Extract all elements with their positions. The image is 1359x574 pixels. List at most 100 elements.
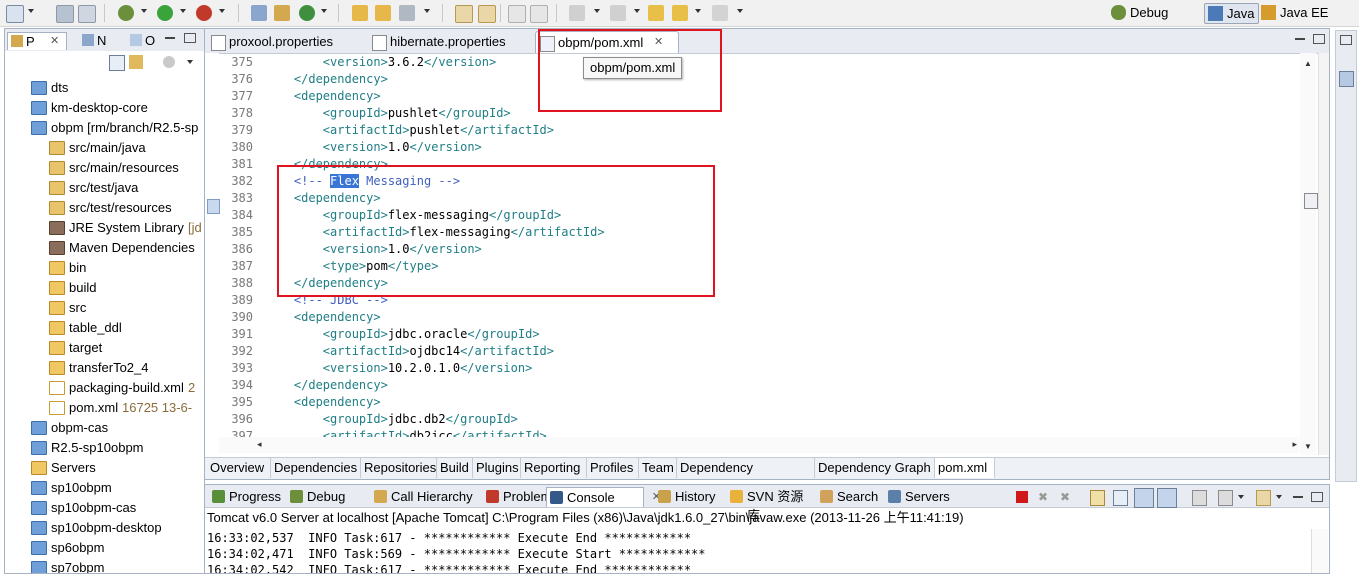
console-vertical-scrollbar[interactable] bbox=[1311, 529, 1328, 573]
forward-icon[interactable] bbox=[712, 5, 728, 21]
collapse-all-icon[interactable] bbox=[109, 55, 125, 71]
tab-dependency-graph[interactable]: Dependency Graph bbox=[815, 458, 935, 478]
clear-console-icon[interactable] bbox=[1090, 490, 1105, 506]
tab-package-explorer[interactable]: P ✕ bbox=[7, 32, 67, 50]
previous-annotation-icon[interactable] bbox=[610, 5, 626, 21]
tab-problems[interactable]: Problems bbox=[483, 487, 558, 506]
scroll-lock-icon[interactable] bbox=[1113, 490, 1128, 506]
scroll-left-icon[interactable]: ◂ bbox=[257, 439, 262, 450]
show-console-on-stdout-icon[interactable] bbox=[1134, 488, 1154, 508]
open-type-icon[interactable] bbox=[352, 5, 368, 21]
tab-debug[interactable]: Debug bbox=[287, 487, 371, 506]
toggle-block-icon[interactable] bbox=[508, 5, 526, 23]
scroll-right-icon[interactable]: ▸ bbox=[1292, 439, 1297, 450]
link-with-editor-icon[interactable] bbox=[129, 55, 143, 69]
show-console-on-stderr-icon[interactable] bbox=[1157, 488, 1177, 508]
minimize-icon[interactable] bbox=[165, 37, 175, 39]
outline-view-icon[interactable] bbox=[1339, 71, 1354, 87]
tab-proxool-properties[interactable]: proxool.properties bbox=[207, 31, 364, 52]
tab-overview[interactable]: Overview bbox=[207, 458, 271, 478]
view-menu-dropdown-icon[interactable] bbox=[187, 60, 193, 64]
new-java-project-icon[interactable] bbox=[251, 5, 267, 21]
tab-search[interactable]: Search bbox=[817, 487, 885, 506]
line-number: 390 bbox=[231, 310, 253, 324]
tab-repositories[interactable]: Repositories bbox=[361, 458, 437, 478]
tab-reporting[interactable]: Reporting bbox=[521, 458, 587, 478]
run-dropdown-icon[interactable] bbox=[180, 9, 186, 13]
perspective-debug[interactable]: Debug bbox=[1108, 3, 1172, 22]
display-console-dropdown-icon[interactable] bbox=[1238, 495, 1244, 499]
remove-all-terminated-icon[interactable]: ✖ bbox=[1060, 491, 1072, 503]
tab-call-hierarchy[interactable]: Call Hierarchy bbox=[371, 487, 483, 506]
tab-build[interactable]: Build bbox=[437, 458, 473, 478]
tab-dependency-hierarchy[interactable]: Dependency Hierarchy bbox=[677, 458, 815, 478]
tab-profiles[interactable]: Profiles bbox=[587, 458, 639, 478]
maximize-icon[interactable] bbox=[184, 33, 196, 43]
line-number: 395 bbox=[231, 395, 253, 409]
remove-launch-icon[interactable]: ✖ bbox=[1038, 491, 1050, 503]
tab-console[interactable]: Console ✕ bbox=[546, 487, 661, 507]
perspective-javaee[interactable]: Java EE bbox=[1258, 3, 1332, 22]
tab-history[interactable]: History bbox=[655, 487, 727, 506]
tab-pom-xml[interactable]: pom.xml bbox=[935, 458, 995, 478]
save-icon[interactable] bbox=[56, 5, 74, 23]
toggle-mark-icon[interactable] bbox=[455, 5, 473, 23]
scroll-up-icon[interactable]: ▲ bbox=[1304, 59, 1312, 68]
print-icon[interactable] bbox=[78, 5, 96, 23]
overview-ruler[interactable] bbox=[1304, 53, 1329, 455]
display-selected-console-icon[interactable] bbox=[1218, 490, 1233, 506]
new-icon[interactable] bbox=[6, 5, 24, 23]
external-tools-icon[interactable] bbox=[196, 5, 212, 21]
open-console-icon[interactable] bbox=[1256, 490, 1271, 506]
perspective-label: Java EE bbox=[1280, 5, 1329, 20]
toggle-breadcrumb-icon[interactable] bbox=[478, 5, 496, 23]
new-class-dropdown-icon[interactable] bbox=[321, 9, 327, 13]
tab-plugins[interactable]: Plugins bbox=[473, 458, 521, 478]
tab-servers[interactable]: Servers bbox=[885, 487, 959, 506]
tab-team[interactable]: Team bbox=[639, 458, 677, 478]
last-edit-location-icon[interactable] bbox=[648, 5, 664, 21]
open-console-dropdown-icon[interactable] bbox=[1276, 495, 1282, 499]
perspective-java[interactable]: Java bbox=[1204, 3, 1260, 24]
tab-outline[interactable]: O bbox=[127, 32, 155, 49]
pin-console-icon[interactable] bbox=[1192, 490, 1207, 506]
search-tool-icon[interactable] bbox=[399, 5, 415, 21]
run-icon[interactable] bbox=[157, 5, 173, 21]
next-annotation-dropdown-icon[interactable] bbox=[594, 9, 600, 13]
tab-dependencies[interactable]: Dependencies bbox=[271, 458, 361, 478]
new-package-icon[interactable] bbox=[274, 5, 290, 21]
maximize-icon[interactable] bbox=[1313, 34, 1325, 44]
forward-dropdown-icon[interactable] bbox=[737, 9, 743, 13]
tab-svn-[interactable]: SVN 资源库 bbox=[727, 487, 816, 523]
tab-navigator[interactable]: N bbox=[79, 32, 106, 49]
back-dropdown-icon[interactable] bbox=[695, 9, 701, 13]
back-icon[interactable] bbox=[672, 5, 688, 21]
previous-annotation-dropdown-icon[interactable] bbox=[634, 9, 640, 13]
search-dropdown-icon[interactable] bbox=[424, 9, 430, 13]
debug-dropdown-icon[interactable] bbox=[141, 9, 147, 13]
xml-tag: </groupId> bbox=[445, 412, 518, 426]
external-tools-dropdown-icon[interactable] bbox=[219, 9, 225, 13]
tab-hibernate-properties[interactable]: hibernate.properties bbox=[368, 31, 535, 52]
show-whitespace-icon[interactable] bbox=[530, 5, 548, 23]
new-dropdown-icon[interactable] bbox=[28, 9, 34, 13]
debug-bug-icon[interactable] bbox=[118, 5, 134, 21]
minimize-icon[interactable] bbox=[1293, 496, 1303, 498]
maximize-icon[interactable] bbox=[1311, 492, 1323, 502]
xml-tag: </artifactId> bbox=[460, 123, 554, 137]
close-icon[interactable]: ✕ bbox=[50, 33, 59, 50]
scroll-down-icon[interactable]: ▼ bbox=[1304, 442, 1312, 451]
view-menu-icon[interactable] bbox=[163, 56, 175, 68]
open-task-icon[interactable] bbox=[375, 5, 391, 21]
next-annotation-icon[interactable] bbox=[569, 5, 585, 21]
horizontal-scrollbar[interactable]: ◂ ▸ bbox=[219, 437, 1299, 453]
line-number: 386 bbox=[231, 242, 253, 256]
restore-icon[interactable] bbox=[1340, 35, 1352, 45]
library-icon bbox=[49, 241, 65, 255]
tab-progress[interactable]: Progress bbox=[209, 487, 289, 506]
new-class-icon[interactable] bbox=[299, 5, 315, 21]
terminate-icon[interactable] bbox=[1016, 491, 1028, 503]
vertical-scrollbar[interactable]: ▲ ▼ bbox=[1300, 53, 1316, 455]
minimize-icon[interactable] bbox=[1295, 38, 1305, 40]
scroll-thumb[interactable] bbox=[1304, 193, 1318, 209]
